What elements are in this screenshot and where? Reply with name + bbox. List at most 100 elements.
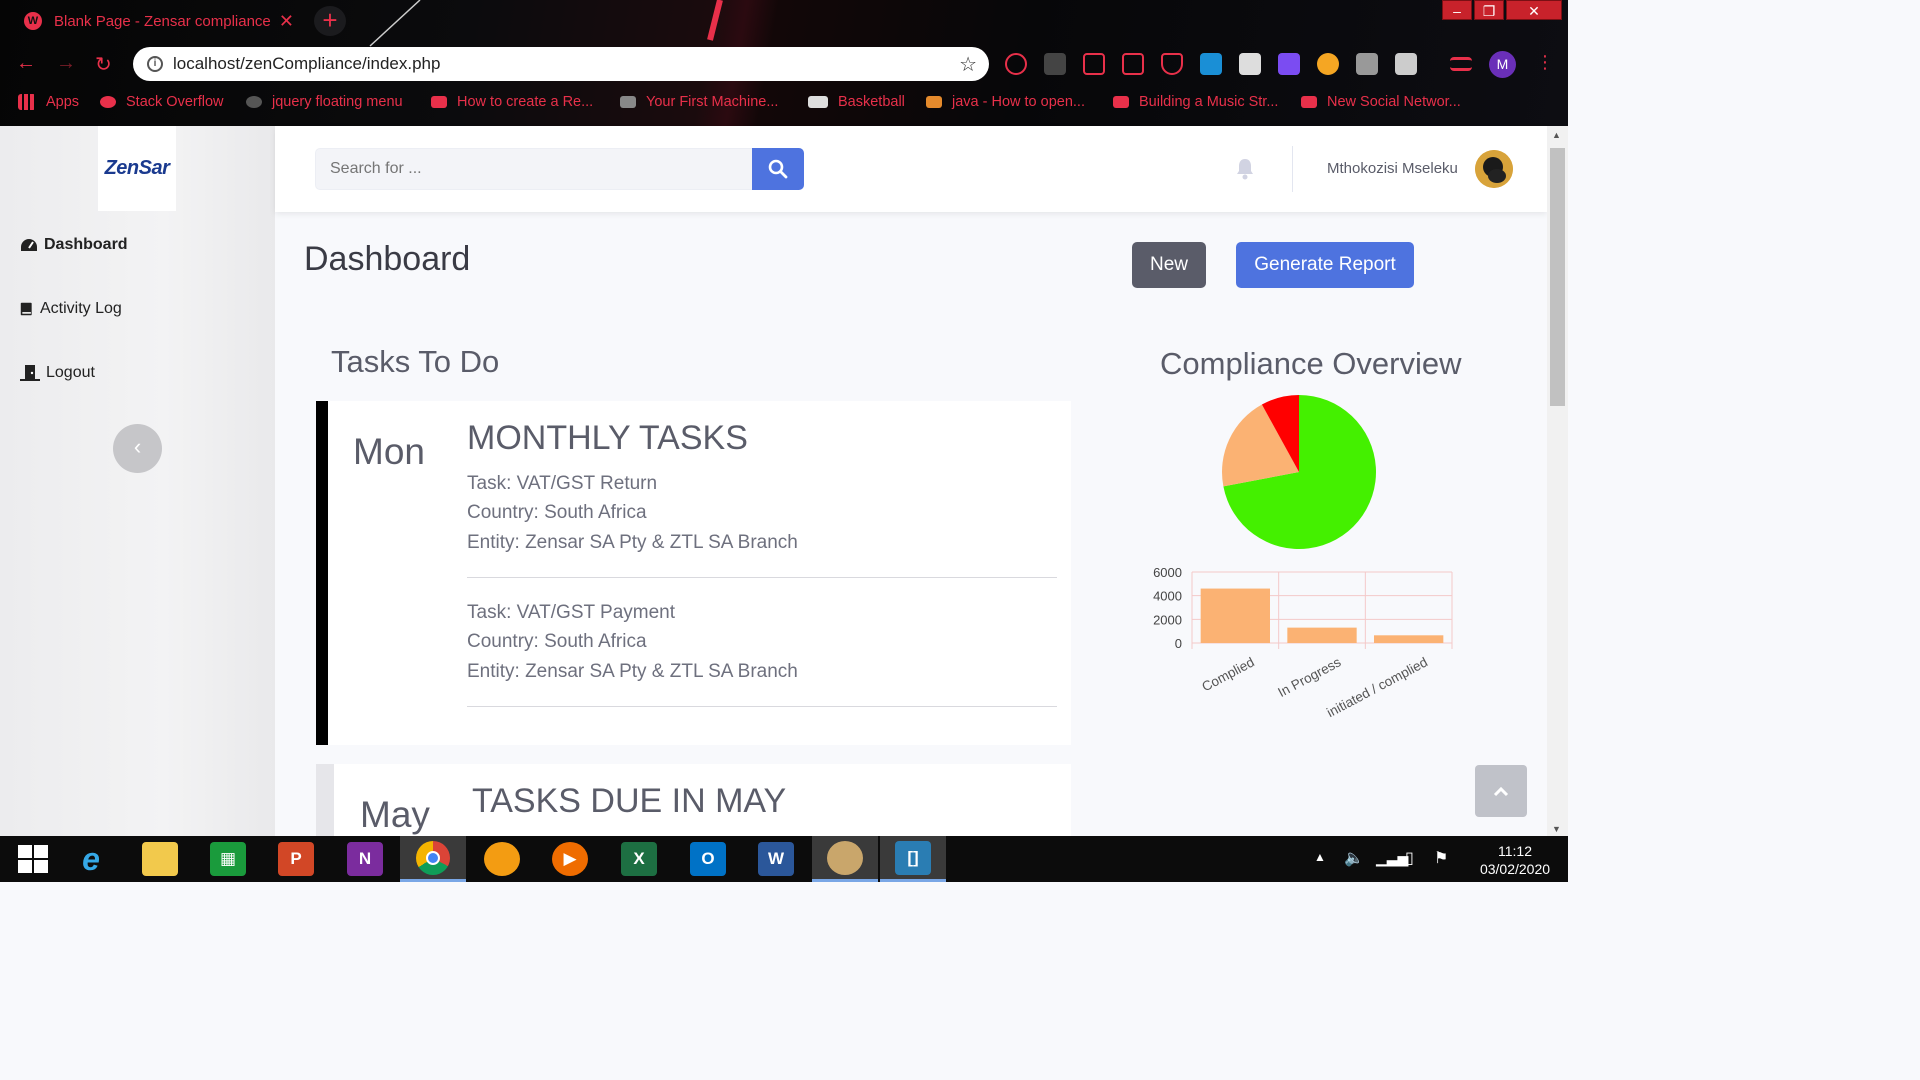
task-entity: Entity: Zensar SA Pty & ZTL SA Branch [467, 532, 798, 553]
taskbar-internet-explorer[interactable]: e [58, 836, 124, 882]
reload-icon[interactable]: ↻ [95, 52, 112, 77]
extension-11-icon[interactable] [1395, 53, 1417, 75]
taskbar-paint[interactable] [812, 836, 878, 882]
sidebar-item-activity-log[interactable]: Activity Log [20, 300, 122, 318]
taskbar-file-explorer[interactable] [127, 836, 193, 882]
extension-7-icon[interactable] [1239, 53, 1261, 75]
bookmark-jquery[interactable]: jquery floating menu [246, 94, 403, 110]
task-card-title: MONTHLY TASKS [467, 419, 748, 457]
address-bar[interactable]: i localhost/zenCompliance/index.php ☆ [133, 47, 989, 81]
show-hidden-icons-icon[interactable]: ▲ [1314, 850, 1326, 864]
scroll-to-top-button[interactable] [1475, 765, 1527, 817]
pdf-extension-icon[interactable] [1122, 53, 1144, 75]
bracket-app-icon: [] [895, 840, 931, 875]
search-button[interactable] [752, 148, 804, 190]
sidebar: ZenSar Dashboard Activity Log Logout ‹ [0, 126, 275, 836]
scroll-down-arrow-icon[interactable]: ▼ [1552, 824, 1561, 834]
compliance-overview-heading: Compliance Overview [1160, 346, 1462, 381]
scroll-up-arrow-icon[interactable]: ▲ [1552, 130, 1561, 140]
action-center-flag-icon[interactable]: ⚑ [1434, 848, 1448, 868]
media-control-icon[interactable] [1450, 57, 1472, 71]
page-scrollbar[interactable]: ▲ ▼ [1547, 126, 1568, 836]
bar-in-progress[interactable] [1287, 627, 1357, 643]
taskbar-media-player[interactable]: ▶ [537, 836, 603, 882]
windows-taskbar: e ▦ P N ▶ X O W [] ▲ 🔈 ▁▃▅ ▯ ⚑ 11:12 03/… [0, 836, 1568, 882]
sidebar-item-label: Dashboard [44, 236, 128, 253]
taskbar-outlook[interactable]: O [675, 836, 741, 882]
clock-time: 11:12 [1498, 843, 1532, 859]
taskbar-fl-studio[interactable] [469, 836, 535, 882]
network-signal-icon[interactable]: ▁▃▅ [1376, 850, 1408, 867]
generate-report-button[interactable]: Generate Report [1236, 242, 1414, 288]
taskbar-word[interactable]: W [743, 836, 809, 882]
taskbar-onenote[interactable]: N [332, 836, 398, 882]
user-name[interactable]: Mthokozisi Mseleku [1327, 160, 1458, 177]
back-icon[interactable]: ← [16, 52, 36, 75]
site-icon [620, 96, 636, 108]
profile-avatar[interactable]: M [1489, 51, 1516, 78]
bookmark-basketball[interactable]: Basketball [808, 94, 905, 110]
sidebar-toggle-button[interactable]: ‹ [113, 424, 162, 473]
extension-9-icon[interactable] [1317, 53, 1339, 75]
bookmarks-bar: Apps Stack Overflow jquery floating menu… [0, 90, 1568, 116]
bookmark-stack-overflow[interactable]: Stack Overflow [100, 94, 224, 110]
bookmark-apps[interactable]: Apps [18, 94, 79, 110]
m-site-icon [246, 96, 262, 108]
extension-1-icon[interactable] [1005, 53, 1027, 75]
bar-complied[interactable] [1200, 588, 1270, 643]
browser-tab[interactable]: W Blank Page - Zensar compliance ✕ [12, 4, 300, 38]
taskbar-chrome[interactable] [400, 836, 466, 882]
cart-extension-icon[interactable] [1083, 53, 1105, 75]
avg-extension-icon[interactable] [1044, 53, 1066, 75]
sidebar-item-label: Activity Log [40, 300, 122, 317]
internet-explorer-icon: e [82, 840, 100, 877]
book-icon [20, 302, 32, 316]
taskbar-excel[interactable]: X [606, 836, 672, 882]
forward-icon[interactable]: → [56, 52, 76, 75]
sidebar-item-logout[interactable]: Logout [20, 364, 95, 382]
site-info-icon[interactable]: i [147, 56, 163, 72]
new-button[interactable]: New [1132, 242, 1206, 288]
browser-menu-icon[interactable]: ⋮ [1536, 52, 1554, 73]
close-tab-icon[interactable]: ✕ [279, 11, 294, 32]
snowflake-extension-icon[interactable] [1200, 53, 1222, 75]
url-text[interactable]: localhost/zenCompliance/index.php [173, 54, 959, 74]
minimize-button[interactable]: – [1442, 0, 1472, 20]
tag-extension-icon[interactable] [1278, 53, 1300, 75]
sidebar-item-dashboard[interactable]: Dashboard [20, 236, 128, 254]
stackoverflow-icon [926, 96, 942, 108]
taskbar-app-launcher[interactable]: [] [880, 836, 946, 882]
bookmark-youtube-2[interactable]: Building a Music Str... [1113, 94, 1278, 110]
sidebar-item-label: Logout [46, 364, 95, 381]
bookmark-java[interactable]: java - How to open... [926, 94, 1085, 110]
bookmark-label: Your First Machine... [646, 94, 779, 110]
start-button[interactable] [0, 836, 66, 882]
battery-icon[interactable]: ▯ [1405, 848, 1414, 868]
bookmark-youtube-3[interactable]: New Social Networ... [1301, 94, 1461, 110]
taskbar-clock[interactable]: 11:12 03/02/2020 [1470, 842, 1560, 878]
bell-icon[interactable] [1235, 158, 1255, 180]
windows-logo-icon [18, 845, 48, 873]
bar-initiated-complied[interactable] [1374, 635, 1444, 643]
y-tick-label: 6000 [1153, 565, 1182, 580]
close-window-button[interactable]: ✕ [1506, 0, 1562, 20]
shield-extension-icon[interactable] [1161, 53, 1183, 75]
y-tick-label: 4000 [1153, 589, 1182, 604]
scrollbar-thumb[interactable] [1550, 148, 1565, 406]
y-tick-label: 2000 [1153, 612, 1182, 627]
bookmark-machine[interactable]: Your First Machine... [620, 94, 778, 110]
restore-button[interactable]: ❐ [1474, 0, 1504, 20]
volume-icon[interactable]: 🔈 [1344, 848, 1364, 868]
bookmark-star-icon[interactable]: ☆ [959, 52, 977, 77]
search-input[interactable] [315, 148, 753, 190]
chrome-center-icon [426, 850, 440, 865]
taskbar-powerpoint[interactable]: P [263, 836, 329, 882]
taskbar-store[interactable]: ▦ [195, 836, 261, 882]
extension-10-icon[interactable] [1356, 53, 1378, 75]
new-tab-button[interactable]: + [314, 6, 346, 36]
bookmark-youtube-1[interactable]: How to create a Re... [431, 94, 593, 110]
user-avatar[interactable] [1475, 150, 1513, 188]
task-card-accent-bar [316, 401, 328, 745]
zensar-logo[interactable]: ZenSar [98, 126, 176, 211]
bookmark-label: jquery floating menu [272, 94, 403, 110]
